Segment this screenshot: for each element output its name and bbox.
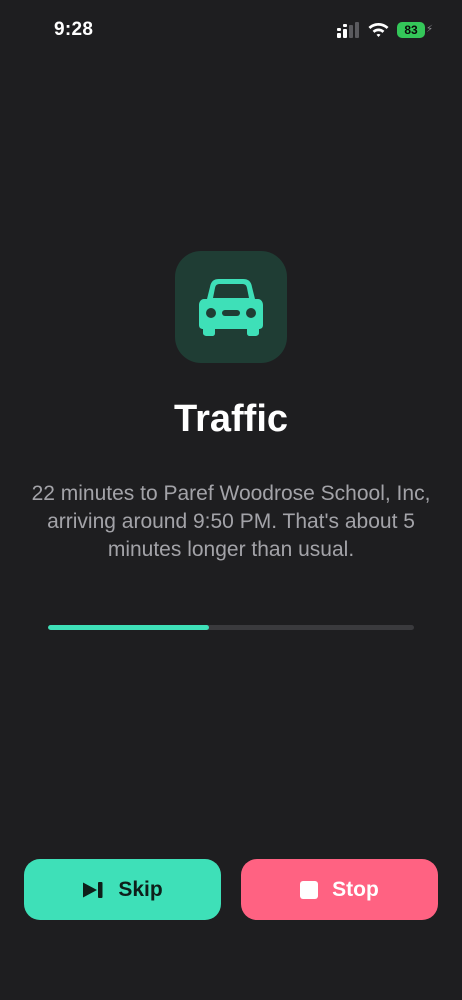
wifi-icon <box>368 23 389 37</box>
shortcut-app-icon <box>175 251 287 363</box>
battery-level: 83 <box>397 22 425 38</box>
battery-icon: 83 ⚡ <box>397 21 434 39</box>
skip-forward-icon <box>83 881 103 898</box>
progress-bar <box>48 625 414 630</box>
skip-button[interactable]: Skip <box>24 859 221 920</box>
status-time: 9:28 <box>54 19 94 40</box>
skip-label: Skip <box>118 877 163 901</box>
traffic-message: 22 minutes to Paref Woodrose School, Inc… <box>31 482 431 561</box>
progress-fill <box>48 625 210 630</box>
battery-charging-icon: ⚡ <box>426 24 434 35</box>
shortcut-title: Traffic <box>173 398 289 440</box>
car-icon <box>199 279 263 336</box>
stop-icon <box>300 880 319 899</box>
stop-label: Stop <box>332 877 379 901</box>
status-bar: 9:28 83 ⚡ <box>0 0 462 62</box>
stop-button[interactable]: Stop <box>241 859 438 920</box>
signal-icon <box>337 22 359 38</box>
